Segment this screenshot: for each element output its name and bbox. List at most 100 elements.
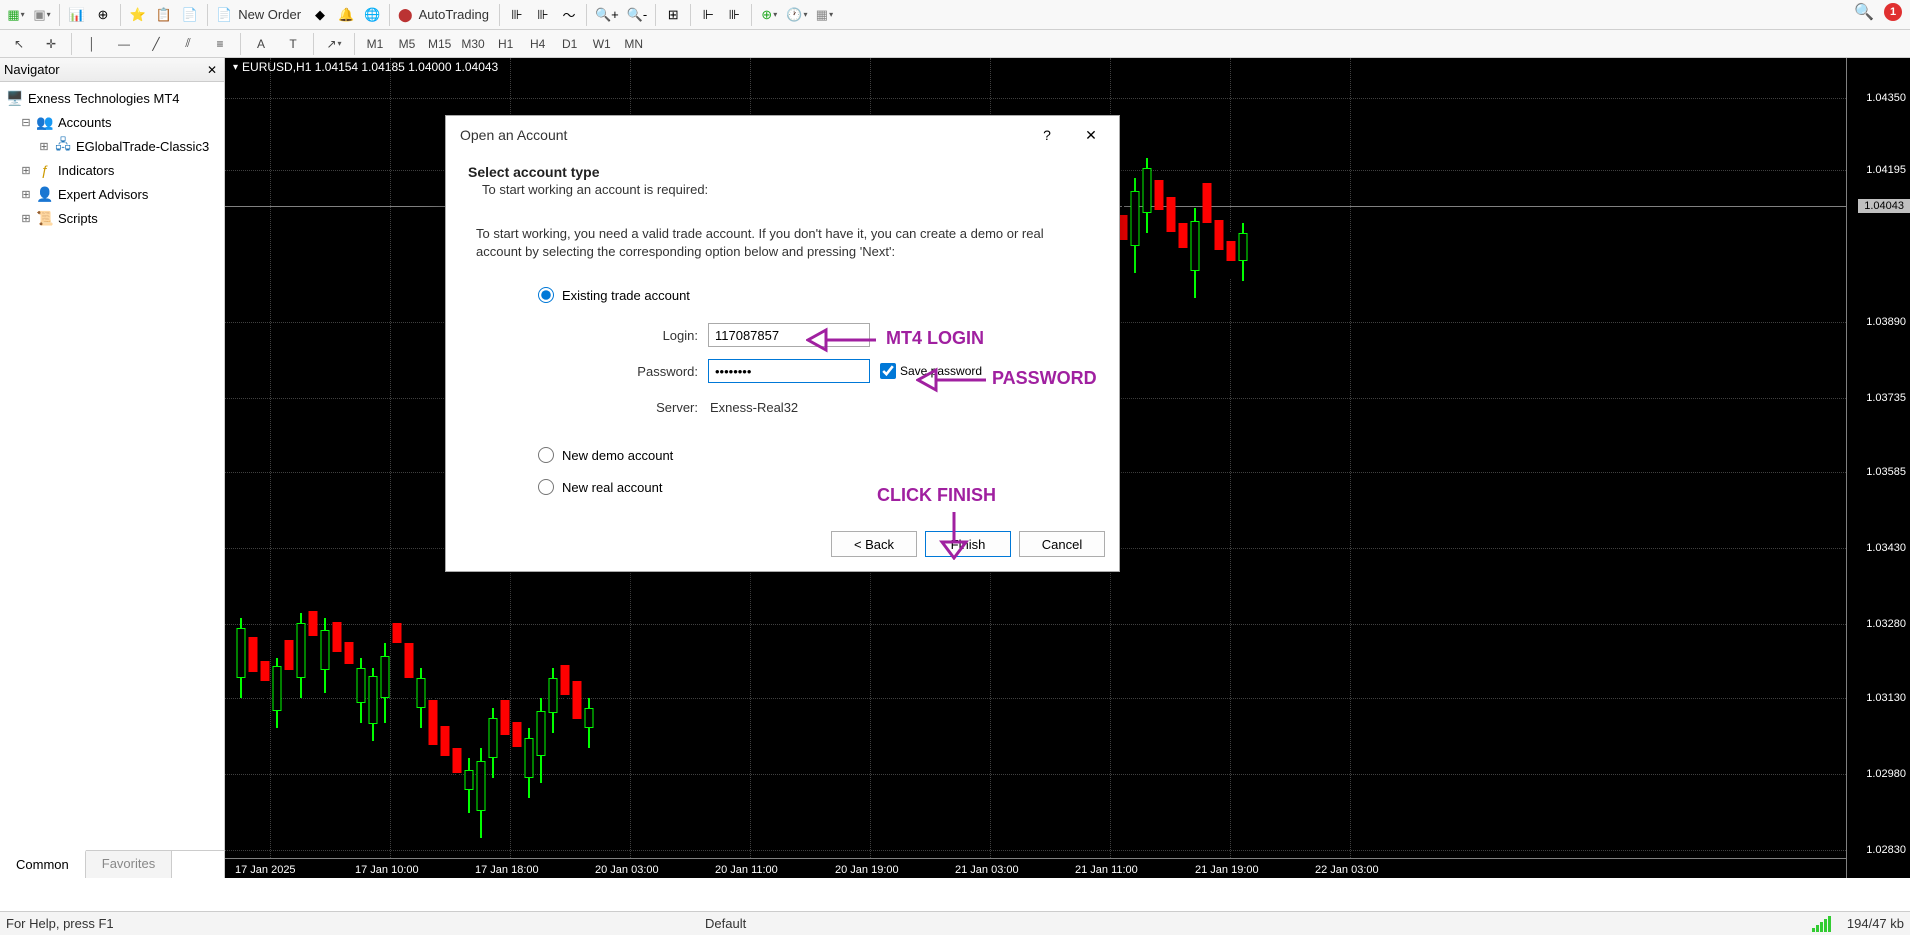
fibo-icon[interactable]: ≡ <box>205 33 235 55</box>
chart-candle <box>463 758 474 813</box>
password-label: Password: <box>608 364 698 379</box>
timeframe-m30[interactable]: M30 <box>457 33 488 55</box>
chart-candle <box>1213 208 1224 273</box>
cancel-button[interactable]: Cancel <box>1019 531 1105 557</box>
toolbar-separator <box>240 33 241 55</box>
templates-dropdown[interactable]: ▦▾ <box>812 3 836 27</box>
vline-icon[interactable]: │ <box>77 33 107 55</box>
navigator-close-icon[interactable]: ✕ <box>204 62 220 78</box>
password-input[interactable] <box>708 359 870 383</box>
navigator-icon[interactable]: ⊕ <box>91 3 115 27</box>
candle-chart-icon[interactable]: ⊪ <box>531 3 555 27</box>
trendline-icon[interactable]: ╱ <box>141 33 171 55</box>
bar-chart-icon[interactable]: ⊪ <box>505 3 529 27</box>
strategy-icon[interactable]: 📄 <box>178 3 202 27</box>
time-tick: 21 Jan 19:00 <box>1195 864 1259 876</box>
time-tick: 17 Jan 10:00 <box>355 864 419 876</box>
new-chart-icon[interactable]: ▦▾ <box>4 3 28 27</box>
chart-candle <box>343 628 354 692</box>
radio-demo-account[interactable]: New demo account <box>538 439 1097 471</box>
data-window-icon[interactable]: ⭐ <box>126 3 150 27</box>
save-password-checkbox[interactable] <box>880 363 896 379</box>
radio-existing-input[interactable] <box>538 287 554 303</box>
drawing-toolbar: ↖ ✛ │ — ╱ ⫽ ≡ A T ↗▾ M1M5M15M30H1H4D1W1M… <box>0 30 1910 58</box>
status-profile[interactable]: Default <box>705 916 746 931</box>
tile-icon[interactable]: ⊞ <box>661 3 685 27</box>
periods-dropdown[interactable]: 🕐▾ <box>783 3 810 27</box>
autotrading-button[interactable]: ⬤AutoTrading <box>395 3 494 27</box>
line-chart-icon[interactable]: 〜 <box>557 3 581 27</box>
radio-existing-account[interactable]: Existing trade account <box>538 279 1097 311</box>
toolbar-separator <box>207 4 208 26</box>
chart-candle <box>547 668 558 733</box>
metatrader-icon[interactable]: ◆ <box>308 3 332 27</box>
status-help: For Help, press F1 <box>6 916 114 931</box>
timeframe-m5[interactable]: M5 <box>392 33 422 55</box>
crosshair-icon[interactable]: ✛ <box>36 33 66 55</box>
indicators-dropdown[interactable]: ⊕▾ <box>757 3 781 27</box>
tree-expert-advisors[interactable]: ⊞👤Expert Advisors <box>2 182 222 206</box>
cloud-icon[interactable]: 🌐 <box>360 3 384 27</box>
dialog-close-icon[interactable]: ✕ <box>1069 120 1113 150</box>
arrows-dropdown[interactable]: ↗▾ <box>319 33 349 55</box>
price-tick: 1.04195 <box>1866 164 1906 176</box>
time-tick: 20 Jan 19:00 <box>835 864 899 876</box>
status-connection[interactable]: 194/47 kb <box>1847 916 1904 931</box>
timeframe-d1[interactable]: D1 <box>555 33 585 55</box>
navigator-tab-favorites[interactable]: Favorites <box>86 851 172 878</box>
new-order-button[interactable]: 📄New Order <box>213 3 306 27</box>
radio-demo-input[interactable] <box>538 447 554 463</box>
time-tick: 20 Jan 11:00 <box>715 864 778 876</box>
back-button[interactable]: < Back <box>831 531 917 557</box>
tree-server[interactable]: ⊞🖧EGlobalTrade-Classic3 <box>2 134 222 158</box>
cursor-icon[interactable]: ↖ <box>4 33 34 55</box>
tree-root[interactable]: 🖥️Exness Technologies MT4 <box>2 86 222 110</box>
zoom-in-icon[interactable]: 🔍+ <box>592 3 622 27</box>
profiles-icon[interactable]: ▣▾ <box>30 3 54 27</box>
label-icon[interactable]: T <box>278 33 308 55</box>
tree-scripts[interactable]: ⊞📜Scripts <box>2 206 222 230</box>
radio-real-account[interactable]: New real account <box>538 471 1097 503</box>
signals-icon[interactable]: 🔔 <box>334 3 358 27</box>
search-icon[interactable]: 🔍 <box>1854 2 1874 22</box>
market-watch-icon[interactable]: 📊 <box>65 3 89 27</box>
toolbar-separator <box>389 4 390 26</box>
chart-candle <box>499 688 510 758</box>
tree-accounts[interactable]: ⊟👥Accounts <box>2 110 222 134</box>
notification-icon[interactable]: 1 <box>1884 3 1902 21</box>
toolbar-separator <box>313 33 314 55</box>
price-tick: 1.03890 <box>1866 316 1906 328</box>
timeframe-m1[interactable]: M1 <box>360 33 390 55</box>
chart-candle <box>535 698 546 783</box>
channel-icon[interactable]: ⫽ <box>173 33 203 55</box>
price-tick: 1.03280 <box>1866 618 1906 630</box>
chart-candle <box>1141 158 1152 233</box>
text-icon[interactable]: A <box>246 33 276 55</box>
shift-icon[interactable]: ⊩ <box>696 3 720 27</box>
hline-icon[interactable]: — <box>109 33 139 55</box>
chart-candle <box>307 598 318 663</box>
chart-candle <box>559 653 570 718</box>
chart-candle <box>259 648 270 708</box>
chart-candle <box>439 718 450 773</box>
timeframe-h1[interactable]: H1 <box>491 33 521 55</box>
timeframe-mn[interactable]: MN <box>619 33 649 55</box>
price-tick: 1.03735 <box>1866 392 1906 404</box>
scroll-icon[interactable]: ⊪ <box>722 3 746 27</box>
dialog-title: Open an Account <box>460 127 567 143</box>
radio-real-input[interactable] <box>538 479 554 495</box>
timeframe-h4[interactable]: H4 <box>523 33 553 55</box>
annotation-login: MT4 LOGIN <box>886 328 984 349</box>
navigator-tab-common[interactable]: Common <box>0 850 86 878</box>
zoom-out-icon[interactable]: 🔍- <box>624 3 651 27</box>
terminal-icon[interactable]: 📋 <box>152 3 176 27</box>
timeframe-m15[interactable]: M15 <box>424 33 455 55</box>
dialog-help-icon[interactable]: ? <box>1025 120 1069 150</box>
annotation-password: PASSWORD <box>992 368 1097 389</box>
price-tick: 1.03430 <box>1866 542 1906 554</box>
toolbar-separator <box>71 33 72 55</box>
annotation-arrow-finish <box>934 510 974 560</box>
dialog-description: To start working, you need a valid trade… <box>476 225 1089 261</box>
tree-indicators[interactable]: ⊞ƒIndicators <box>2 158 222 182</box>
timeframe-w1[interactable]: W1 <box>587 33 617 55</box>
